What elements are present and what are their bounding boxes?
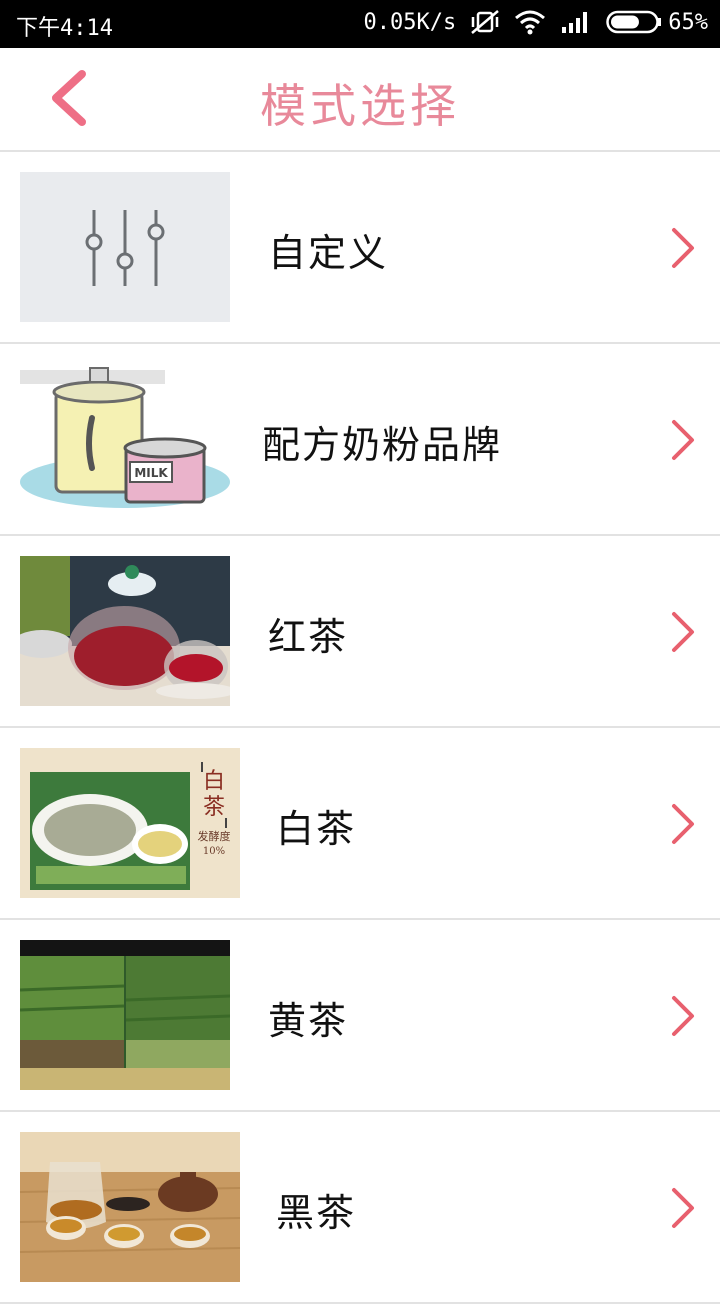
status-icons: 0.05K/s 65% (364, 8, 708, 36)
status-time: 下午4:14 (16, 16, 113, 41)
battery-icon (606, 10, 662, 34)
chevron-right-icon (672, 420, 694, 460)
status-bar: 下午4:14 0.05K/s 65% (0, 0, 720, 48)
list-item-white-tea[interactable]: 白 茶 发酵度 10% 白茶 (0, 728, 720, 920)
chevron-right-icon (672, 612, 694, 652)
battery-percent: 65% (668, 9, 708, 35)
wifi-icon (515, 10, 546, 35)
white-tea-fermentation-value: 10% (203, 846, 225, 857)
list-item-label: 自定义 (268, 231, 389, 275)
vibrate-off-icon (471, 10, 500, 34)
chevron-right-icon (672, 996, 694, 1036)
mode-list: 自定义 MILK 配方奶粉品牌 红茶 白 茶 发酵度 10% 白茶 黄茶 黑茶 (0, 152, 720, 1304)
page-title: 模式选择 (260, 79, 460, 133)
list-item-label: 配方奶粉品牌 (262, 423, 503, 467)
black-tea-image (20, 1132, 240, 1282)
white-tea-char-2: 茶 (203, 795, 225, 820)
chevron-right-icon (672, 804, 694, 844)
white-tea-image: 白 茶 发酵度 10% (20, 748, 240, 898)
white-tea-char-1: 白 (203, 769, 225, 794)
list-item-label: 白茶 (276, 807, 357, 851)
milk-label: MILK (134, 466, 168, 480)
list-item-red-tea[interactable]: 红茶 (0, 536, 720, 728)
list-item-formula-milk[interactable]: MILK 配方奶粉品牌 (0, 344, 720, 536)
network-speed: 0.05K/s (363, 9, 457, 35)
chevron-right-icon (672, 228, 694, 268)
red-tea-image (20, 556, 230, 706)
list-item-custom[interactable]: 自定义 (0, 152, 720, 344)
list-item-label: 红茶 (268, 615, 349, 659)
list-item-label: 黄茶 (268, 999, 349, 1043)
equalizer-image (20, 172, 230, 322)
list-item-yellow-tea[interactable]: 黄茶 (0, 920, 720, 1112)
battery-indicator: 65% (606, 10, 708, 35)
chevron-right-icon (672, 1188, 694, 1228)
app-header: 模式选择 (0, 48, 720, 152)
tea-plantation-image (20, 940, 230, 1090)
milk-cans-image: MILK (20, 364, 230, 514)
signal-icon (562, 12, 588, 33)
white-tea-fermentation-label: 发酵度 (198, 829, 231, 843)
list-item-black-tea[interactable]: 黑茶 (0, 1112, 720, 1304)
list-item-label: 黑茶 (276, 1191, 357, 1235)
